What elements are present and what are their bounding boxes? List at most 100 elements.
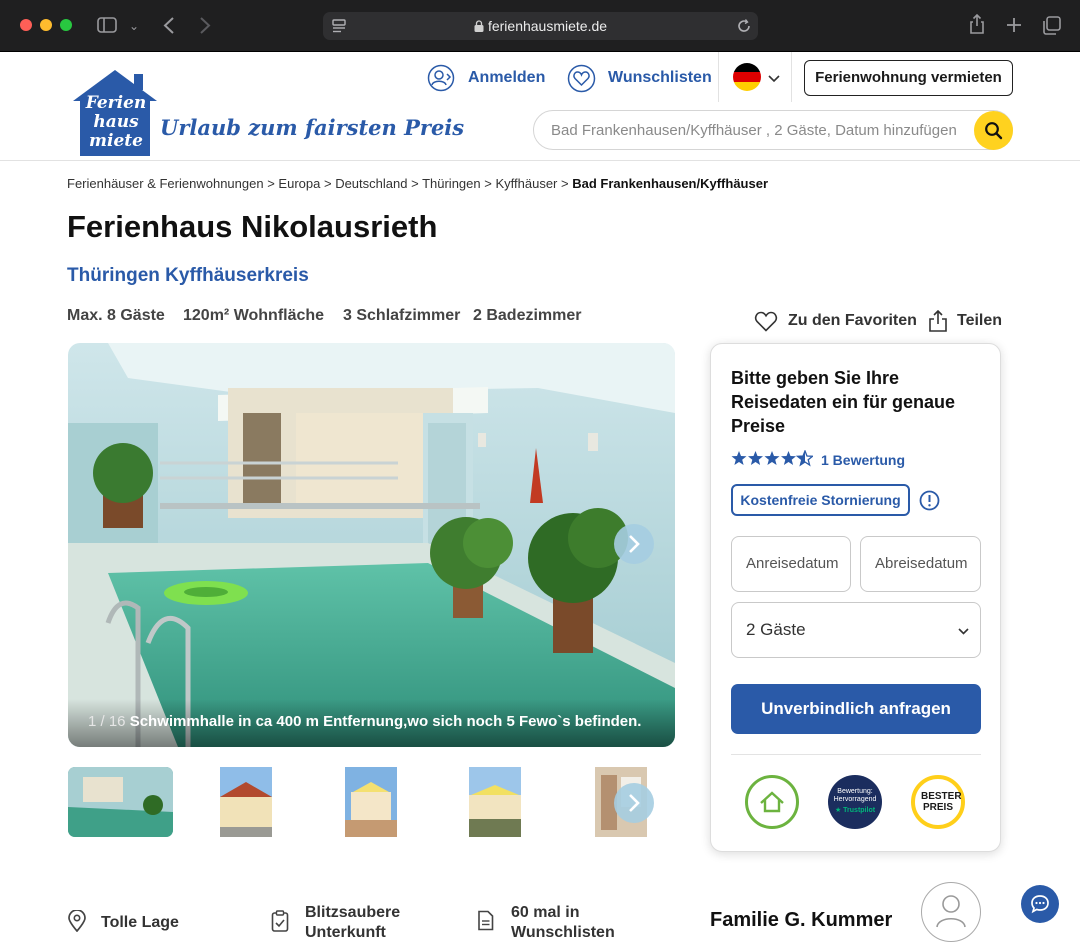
breadcrumb-item[interactable]: Thüringen [422, 176, 481, 191]
thumbnail-garden-image [469, 767, 521, 837]
thumbnail-house-image [220, 767, 272, 837]
breadcrumb-item[interactable]: Deutschland [335, 176, 407, 191]
logo-wordmark: Ferien haus miete [85, 93, 147, 151]
clipboard-check-icon [271, 910, 289, 932]
user-login-icon[interactable] [427, 64, 455, 92]
search-button[interactable] [974, 111, 1013, 150]
breadcrumb-item[interactable]: Kyffhäuser [495, 176, 557, 191]
share-icon[interactable] [928, 310, 948, 332]
rent-out-button[interactable]: Ferienwohnung vermieten [804, 60, 1013, 96]
trustpilot-name: Trustpilot [843, 807, 876, 814]
logo-tagline: Urlaub zum fairsten Preis [160, 115, 465, 140]
breadcrumb-item[interactable]: Ferienhäuser & Ferienwohnungen [67, 176, 264, 191]
request-booking-button[interactable]: Unverbindlich anfragen [731, 684, 981, 734]
photo-gallery[interactable]: 1 / 16 Schwimmhalle in ca 400 m Entfernu… [68, 343, 675, 747]
photo-counter: 1 / 16 [88, 713, 126, 730]
thumbnail-pool-image [68, 767, 173, 837]
breadcrumb-item[interactable]: Europa [278, 176, 320, 191]
fact-guests: Max. 8 Gäste [67, 307, 165, 324]
search-icon [985, 122, 1003, 140]
best-price-text: BESTER PREIS [921, 791, 962, 813]
trustpilot-label: ★ Trustpilot [834, 807, 876, 814]
host-name: Familie G. Kummer [710, 909, 893, 931]
chat-bubble-icon [1031, 895, 1049, 914]
page-title: Ferienhaus Nikolausrieth [67, 209, 438, 244]
flag-de-icon[interactable] [733, 63, 761, 91]
house-seal-icon [760, 791, 784, 813]
breadcrumb-separator: > [561, 176, 569, 191]
thumbnail-4[interactable] [469, 767, 521, 837]
back-icon[interactable] [163, 17, 175, 34]
listing-region-link[interactable]: Thüringen Kyffhäuserkreis [67, 265, 309, 287]
new-tab-icon[interactable] [1006, 17, 1022, 33]
forward-icon[interactable] [199, 17, 211, 34]
fact-bathrooms: 2 Badezimmer [473, 307, 582, 324]
breadcrumb-separator: > [484, 176, 492, 191]
chevron-right-icon [629, 794, 640, 812]
thumbnail-1[interactable] [68, 767, 173, 837]
add-favorite-button[interactable]: Zu den Favoriten [788, 312, 917, 330]
tab-overview-icon[interactable] [1042, 16, 1061, 35]
photo-caption-text: Schwimmhalle in ca 400 m Entfernung,wo s… [129, 713, 642, 730]
avatar [921, 882, 981, 942]
fact-living-area: 120m² Wohnfläche [183, 307, 325, 324]
share-browser-icon[interactable] [968, 14, 986, 34]
booking-panel: Bitte geben Sie Ihre Reisedaten ein für … [710, 343, 1001, 852]
checkout-placeholder: Abreisedatum [875, 555, 968, 572]
language-chevron-down-icon[interactable] [768, 75, 780, 83]
login-link[interactable]: Anmelden [468, 69, 545, 87]
address-bar[interactable]: ferienhausmiete.de [323, 12, 758, 40]
chat-button[interactable] [1021, 885, 1059, 923]
chevron-right-icon [629, 535, 640, 553]
guests-select[interactable]: 2 Gäste [731, 602, 981, 658]
reload-icon[interactable] [737, 19, 751, 33]
browser-toolbar: ⌄ ferienhausmiete.de [0, 0, 1080, 52]
close-window-button[interactable] [20, 19, 32, 31]
feature-wishlist-count: 60 mal in Wunschlisten [511, 904, 615, 941]
reviews-link[interactable]: 1 Bewertung [821, 452, 905, 468]
site-header: Ferien haus miete Urlaub zum fairsten Pr… [0, 52, 1080, 161]
heart-wishlist-icon[interactable] [567, 64, 596, 93]
wishlist-link[interactable]: Wunschlisten [608, 69, 712, 87]
chevron-down-icon[interactable]: ⌄ [129, 14, 139, 38]
url-label: ferienhausmiete.de [487, 18, 608, 34]
checkout-date-input[interactable]: Abreisedatum [860, 536, 981, 592]
lock-icon [474, 20, 484, 32]
document-icon [478, 910, 494, 931]
guests-value: 2 Gäste [746, 620, 806, 639]
thumbnails-next-button[interactable] [614, 783, 654, 823]
minimize-window-button[interactable] [40, 19, 52, 31]
breadcrumb: Ferienhäuser & Ferienwohnungen > Europa … [67, 176, 768, 191]
breadcrumb-current: Bad Frankenhausen/Kyffhäuser [572, 176, 769, 191]
booking-panel-title: Bitte geben Sie Ihre Reisedaten ein für … [731, 368, 956, 436]
url-text: ferienhausmiete.de [323, 18, 758, 34]
search-placeholder: Bad Frankenhausen/Kyffhäuser , 2 Gäste, … [551, 122, 957, 139]
breadcrumb-separator: > [411, 176, 419, 191]
location-pin-icon [68, 910, 86, 932]
checkin-date-input[interactable]: Anreisedatum [731, 536, 851, 592]
thumbnail-2[interactable] [220, 767, 272, 837]
search-input[interactable]: Bad Frankenhausen/Kyffhäuser , 2 Gäste, … [533, 110, 1013, 150]
heart-icon[interactable] [754, 311, 778, 332]
share-button[interactable]: Teilen [957, 312, 1002, 330]
feature-cleanliness: Blitzsaubere Unterkunft [305, 904, 401, 941]
fact-bedrooms: 3 Schlafzimmer [343, 307, 461, 324]
sidebar-icon[interactable] [97, 17, 117, 33]
gallery-next-button[interactable] [614, 524, 654, 564]
thumbnail-3[interactable] [345, 767, 397, 837]
trustpilot-badge: Bewertung: Hervorragend ★ Trustpilot [828, 775, 882, 829]
user-avatar-icon [936, 895, 966, 928]
breadcrumb-separator: > [323, 176, 332, 191]
header-divider [718, 52, 719, 102]
checkin-placeholder: Anreisedatum [746, 555, 839, 572]
thumbnail-terrace-image [345, 767, 397, 837]
logo[interactable]: Ferien haus miete [70, 68, 160, 158]
zoom-window-button[interactable] [60, 19, 72, 31]
feature-location: Tolle Lage [101, 914, 179, 931]
free-cancellation-badge[interactable]: Kostenfreie Stornierung [731, 484, 910, 516]
info-icon[interactable] [919, 490, 940, 511]
photo-caption: 1 / 16 Schwimmhalle in ca 400 m Entfernu… [68, 699, 675, 747]
gallery-photo-pool [68, 343, 675, 747]
chevron-down-icon [958, 628, 969, 635]
panel-divider [731, 754, 981, 755]
